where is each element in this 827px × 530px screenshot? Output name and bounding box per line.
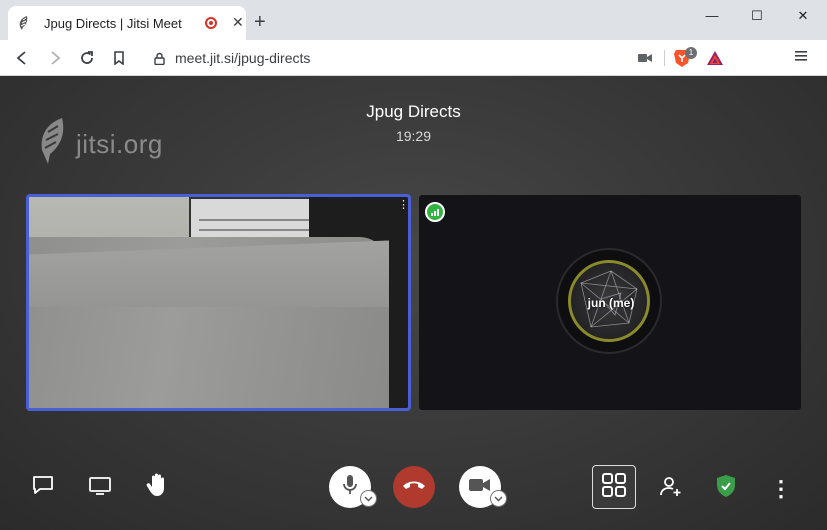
connection-indicator-icon[interactable] — [425, 202, 445, 222]
browser-menu-icon[interactable] — [795, 49, 807, 68]
site-camera-icon[interactable] — [638, 51, 652, 69]
invite-icon[interactable] — [660, 477, 682, 497]
microphone-options-chevron-down-icon[interactable] — [360, 490, 377, 507]
camera-icon — [469, 477, 491, 498]
browser-tab[interactable]: Jpug Directs | Jitsi Meet ✕ — [8, 6, 246, 40]
lock-icon[interactable] — [152, 51, 166, 65]
remote-participant-tile[interactable]: jun (me) — [419, 195, 801, 410]
screen-share-icon[interactable] — [88, 476, 112, 496]
conference-timer: 19:29 — [395, 128, 432, 144]
chat-icon[interactable] — [32, 475, 54, 495]
conference-name: Jpug Directs — [366, 102, 461, 121]
jitsi-watermark[interactable]: jitsi.org — [36, 116, 163, 173]
forward-icon[interactable] — [45, 48, 65, 68]
recording-indicator-icon — [205, 17, 217, 29]
security-shield-icon[interactable] — [715, 474, 737, 498]
meeting-area: jitsi.org Jpug Directs 19:29 ⋮ — [0, 76, 827, 530]
divider — [664, 50, 665, 66]
tile-view-icon — [602, 472, 626, 502]
new-tab-button[interactable]: + — [254, 12, 266, 32]
address-bar[interactable]: meet.jit.si/jpug-directs 1 — [142, 44, 734, 72]
jitsi-logo-icon — [36, 116, 70, 173]
browser-titlebar: Jpug Directs | Jitsi Meet ✕ + — ☐ ✕ — [0, 0, 827, 40]
brave-rewards-icon[interactable] — [706, 50, 724, 66]
brave-blocked-count-badge: 1 — [685, 47, 697, 59]
local-video-tile[interactable]: ⋮ — [26, 194, 411, 411]
hangup-button[interactable] — [393, 466, 435, 508]
url-text[interactable]: meet.jit.si/jpug-directs — [175, 50, 310, 66]
tile-menu-icon[interactable]: ⋮ — [398, 200, 408, 211]
raise-hand-icon[interactable] — [146, 472, 170, 498]
maximize-button[interactable]: ☐ — [734, 6, 780, 26]
back-icon[interactable] — [12, 48, 32, 68]
more-icon[interactable]: ⋮ — [770, 476, 792, 502]
microphone-icon — [342, 474, 358, 501]
participant-name: jun (me) — [587, 296, 635, 310]
jitsi-favicon-icon — [16, 15, 32, 31]
camera-options-chevron-down-icon[interactable] — [490, 490, 507, 507]
minimize-button[interactable]: — — [689, 6, 735, 26]
hangup-icon — [402, 478, 426, 496]
tab-close-icon[interactable]: ✕ — [232, 14, 244, 30]
reload-icon[interactable] — [77, 48, 97, 68]
browser-toolbar: meet.jit.si/jpug-directs 1 — [0, 40, 827, 76]
bookmark-icon[interactable] — [109, 48, 129, 68]
avatar: jun (me) — [556, 248, 662, 354]
close-window-button[interactable]: ✕ — [780, 6, 826, 26]
tab-title: Jpug Directs | Jitsi Meet — [44, 15, 182, 31]
tile-view-button[interactable] — [592, 465, 636, 509]
video-foreground-object — [29, 237, 389, 408]
